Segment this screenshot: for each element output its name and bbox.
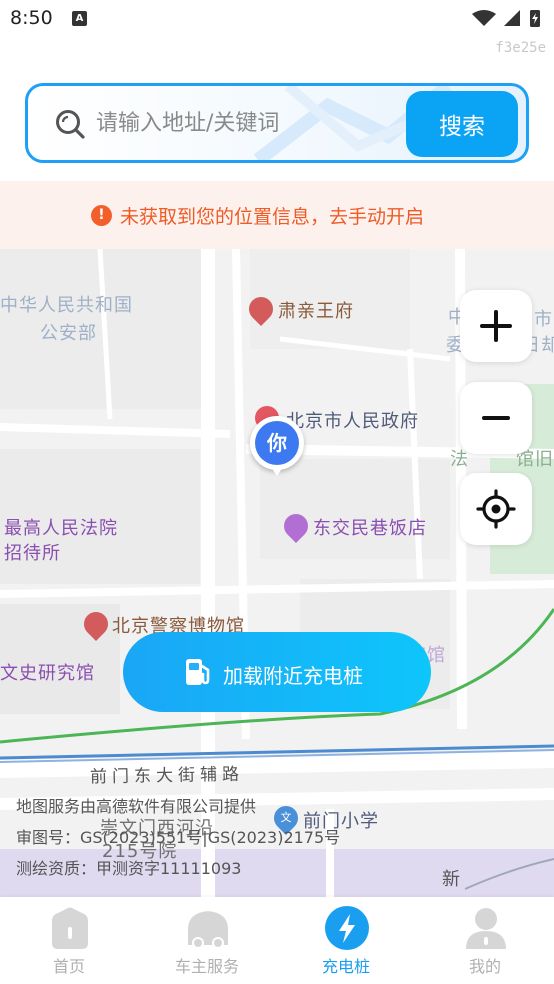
map-label-court-2: 招待所	[4, 543, 61, 564]
minus-icon	[482, 416, 510, 420]
system-status-icons	[472, 10, 540, 27]
search-icon	[56, 110, 85, 139]
nav-item-mine[interactable]: 我的	[416, 897, 554, 984]
map-label-new: 新	[442, 869, 461, 890]
wifi-icon	[472, 10, 496, 26]
attribution-line-2: 审图号：GS(2023)551号|GS(2023)2175号	[16, 828, 341, 847]
signal-icon	[504, 10, 520, 26]
map-label-ministry-2: 公安部	[40, 323, 97, 344]
map-label-culture-inst: 文史研究馆	[0, 663, 95, 684]
warning-text: 未获取到您的位置信息，去手动开启	[120, 206, 425, 228]
plus-icon	[480, 310, 512, 342]
locate-button[interactable]	[460, 473, 532, 545]
map-label-road-qianmen: 前门东大街辅路	[89, 764, 245, 788]
map-label-right-top-3: 市	[534, 309, 553, 330]
user-location-marker[interactable]: 你	[250, 416, 304, 476]
nav-label-home: 首页	[52, 957, 85, 976]
status-time: 8:50	[10, 7, 53, 29]
car-icon	[188, 911, 228, 949]
search-input[interactable]	[96, 102, 396, 144]
nav-item-charging[interactable]: 充电桩	[277, 897, 415, 984]
map-label-govt: 北京市人民政府	[286, 411, 419, 432]
load-button-label: 加载附近充电桩	[223, 664, 363, 688]
nav-label-car-service: 车主服务	[174, 957, 239, 976]
nav-label-charging: 充电桩	[321, 957, 370, 976]
nav-label-mine: 我的	[468, 957, 501, 976]
map-label-restaurant: 东交民巷饭店	[313, 518, 427, 539]
map-label-ministry: 中华人民共和国	[0, 295, 133, 316]
bottom-navigation: 首页 车主服务 充电桩 我的	[0, 897, 554, 984]
zoom-out-button[interactable]	[460, 382, 532, 454]
search-button[interactable]: 搜索	[406, 91, 518, 157]
zoom-in-button[interactable]	[460, 290, 532, 362]
user-marker-text: 你	[255, 421, 299, 465]
map-view[interactable]: 中华人民共和国 公安部 肃亲王府 北京市人民政府 最高人民法院 招待所 东交民巷…	[0, 249, 554, 897]
status-bar: 8:50 A	[0, 0, 554, 38]
nav-item-home[interactable]: 首页	[0, 897, 138, 984]
search-bar: 搜索	[25, 83, 529, 163]
locate-icon	[476, 489, 516, 529]
notification-icon: A	[72, 11, 87, 26]
load-nearby-chargers-button[interactable]: 加载附近充电桩	[123, 632, 431, 712]
map-label-court: 最高人民法院	[4, 518, 118, 539]
nav-item-car-service[interactable]: 车主服务	[138, 897, 276, 984]
lightning-icon	[325, 906, 369, 950]
home-icon	[52, 907, 88, 949]
charging-station-icon	[186, 659, 210, 685]
attribution-line-3: 测绘资质：甲测资字11111093	[16, 859, 242, 878]
map-label-su-prince: 肃亲王府	[278, 301, 354, 322]
person-icon	[466, 908, 506, 949]
build-id: f3e25e	[495, 40, 546, 56]
attribution-line-1: 地图服务由高德软件有限公司提供	[16, 797, 257, 816]
warning-icon: !	[91, 205, 112, 226]
location-warning-banner[interactable]: ! 未获取到您的位置信息，去手动开启	[0, 181, 554, 249]
